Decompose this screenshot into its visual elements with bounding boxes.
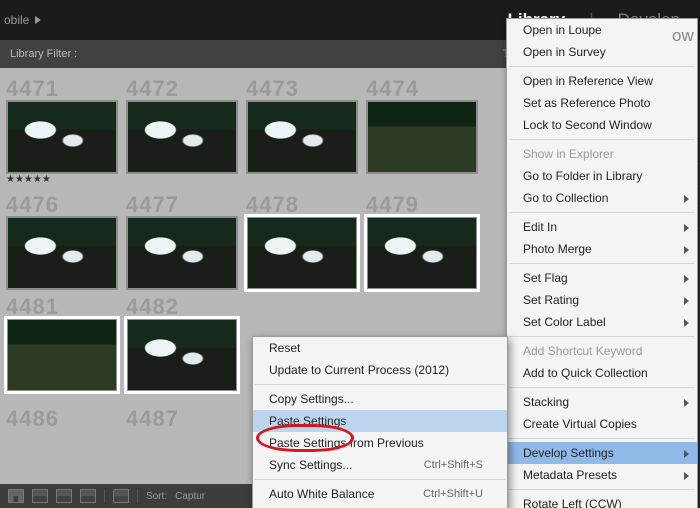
- cell-index: 4472: [126, 76, 236, 100]
- mi-copy-settings[interactable]: Copy Settings...: [253, 388, 507, 410]
- thumbnail[interactable]: [246, 216, 358, 290]
- cell-index: 4471: [6, 76, 116, 100]
- cell-index: 4486: [6, 406, 116, 430]
- mi-go-folder[interactable]: Go to Folder in Library: [507, 165, 697, 187]
- thumbnail[interactable]: [126, 216, 238, 290]
- mi-set-ref[interactable]: Set as Reference Photo: [507, 92, 697, 114]
- mi-paste-prev[interactable]: Paste Settings from Previous: [253, 432, 507, 454]
- thumbnail[interactable]: [366, 100, 478, 174]
- cell-index: [366, 294, 476, 318]
- cell-index: 4474: [366, 76, 476, 100]
- cell-index: [246, 294, 356, 318]
- mi-open-survey[interactable]: Open in Survey: [507, 41, 697, 63]
- mi-set-rating[interactable]: Set Rating: [507, 289, 697, 311]
- cell-index: 4473: [246, 76, 356, 100]
- brand: obile: [0, 13, 41, 27]
- thumbnail[interactable]: [6, 216, 118, 290]
- thumbnail[interactable]: [6, 100, 118, 174]
- mi-edit-in[interactable]: Edit In: [507, 216, 697, 238]
- cell-index: 4487: [126, 406, 236, 430]
- mi-open-loupe[interactable]: Open in Loupe: [507, 19, 697, 41]
- view-grid-icon[interactable]: [8, 489, 24, 503]
- mi-auto-wb[interactable]: Auto White BalanceCtrl+Shift+U: [253, 483, 507, 505]
- filter-label: Library Filter :: [10, 48, 77, 60]
- mi-add-shortcut: Add Shortcut Keyword: [507, 340, 697, 362]
- brand-text: obile: [4, 13, 29, 27]
- mi-rotate-left[interactable]: Rotate Left (CCW): [507, 493, 697, 508]
- view-loupe-icon[interactable]: [32, 489, 48, 503]
- mi-go-collection[interactable]: Go to Collection: [507, 187, 697, 209]
- mi-stacking[interactable]: Stacking: [507, 391, 697, 413]
- mi-create-virtual[interactable]: Create Virtual Copies: [507, 413, 697, 435]
- mi-set-color[interactable]: Set Color Label: [507, 311, 697, 333]
- rating-stars[interactable]: ★★★★★: [6, 174, 116, 188]
- mi-show-explorer: Show in Explorer: [507, 143, 697, 165]
- cell-index: 4476: [6, 192, 116, 216]
- thumbnail[interactable]: [126, 318, 238, 392]
- sort-label: Sort:: [146, 491, 167, 502]
- thumbnail[interactable]: [126, 100, 238, 174]
- cell-index: 4478: [246, 192, 356, 216]
- sort-value[interactable]: Captur: [175, 491, 205, 502]
- mi-add-quick[interactable]: Add to Quick Collection: [507, 362, 697, 384]
- mi-develop-settings[interactable]: Develop Settings: [507, 442, 697, 464]
- mi-lock-second[interactable]: Lock to Second Window: [507, 114, 697, 136]
- submenu-develop-settings[interactable]: Reset Update to Current Process (2012) C…: [252, 336, 508, 508]
- thumbnail[interactable]: [246, 100, 358, 174]
- mi-paste-settings[interactable]: Paste Settings: [253, 410, 507, 432]
- cell-index: 4482: [126, 294, 236, 318]
- mi-metadata-presets[interactable]: Metadata Presets: [507, 464, 697, 486]
- mi-set-flag[interactable]: Set Flag: [507, 267, 697, 289]
- view-compare-icon[interactable]: [56, 489, 72, 503]
- cell-index: 4481: [6, 294, 116, 318]
- mi-update-process[interactable]: Update to Current Process (2012): [253, 359, 507, 381]
- thumbnail[interactable]: [6, 318, 118, 392]
- context-menu[interactable]: Open in Loupe Open in Survey Open in Ref…: [506, 18, 698, 508]
- view-survey-icon[interactable]: [80, 489, 96, 503]
- cell-index: 4479: [366, 192, 476, 216]
- play-icon[interactable]: [35, 13, 41, 27]
- mi-reset[interactable]: Reset: [253, 337, 507, 359]
- cell-index: 4477: [126, 192, 236, 216]
- painter-icon[interactable]: [113, 489, 129, 503]
- mi-photo-merge[interactable]: Photo Merge: [507, 238, 697, 260]
- thumbnail[interactable]: [366, 216, 478, 290]
- module-overflow: ow: [672, 26, 694, 46]
- mi-open-ref[interactable]: Open in Reference View: [507, 70, 697, 92]
- mi-sync-settings[interactable]: Sync Settings...Ctrl+Shift+S: [253, 454, 507, 476]
